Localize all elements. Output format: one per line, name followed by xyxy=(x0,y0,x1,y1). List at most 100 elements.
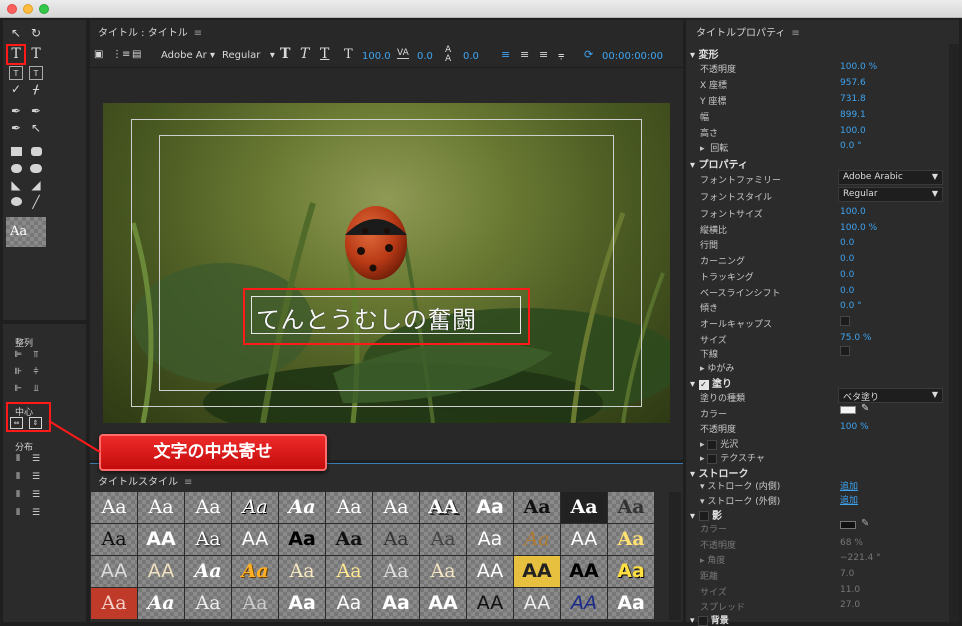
underline-checkbox[interactable] xyxy=(840,346,850,356)
minimize-window-button[interactable] xyxy=(23,4,33,14)
width-value[interactable]: 899.1 xyxy=(840,110,866,120)
style-swatch[interactable]: Aa xyxy=(373,524,419,555)
aspect-value[interactable]: 100.0 % xyxy=(840,223,877,233)
style-swatch[interactable]: AA xyxy=(561,588,607,619)
bold-icon[interactable]: T xyxy=(280,46,290,62)
style-swatch[interactable]: AA xyxy=(91,556,137,587)
vertical-path-type-tool-icon[interactable]: ᚋ xyxy=(29,82,43,96)
style-swatch[interactable]: AA xyxy=(420,492,466,523)
style-swatch[interactable]: Aa xyxy=(420,524,466,555)
area-type-tool-icon[interactable]: T xyxy=(9,66,23,80)
style-swatch[interactable]: Aa xyxy=(279,524,325,555)
add-anchor-tool-icon[interactable]: ✒ xyxy=(9,121,23,135)
style-swatch[interactable]: Aa xyxy=(185,556,231,587)
path-type-tool-icon[interactable]: ✓ xyxy=(9,82,23,96)
align-top-icon[interactable]: ⫪ xyxy=(29,348,43,362)
vertical-type-tool-icon[interactable]: T xyxy=(29,47,43,61)
style-swatch[interactable]: Aa xyxy=(608,556,654,587)
style-swatch[interactable]: AA xyxy=(138,556,184,587)
font-size-value[interactable]: 100.0 xyxy=(362,51,391,62)
align-vcenter-icon[interactable]: ⫩ xyxy=(29,365,43,379)
font-style-dropdown[interactable]: Regular ▼ xyxy=(838,187,943,202)
panel-menu-icon[interactable]: ≡ xyxy=(194,28,202,39)
rounded-corner-tool-icon[interactable] xyxy=(29,162,43,176)
eyedropper-icon[interactable]: ✎ xyxy=(861,403,869,414)
shadow-distance-value[interactable]: 7.0 xyxy=(840,569,854,579)
font-size-prop-value[interactable]: 100.0 xyxy=(840,207,866,217)
shadow-color-swatch[interactable] xyxy=(840,521,856,529)
sheen-toggle[interactable]: ▸ 光沢 xyxy=(700,437,738,450)
outer-stroke-toggle[interactable]: ▾ ストローク (外側) xyxy=(700,494,780,507)
leading-prop-value[interactable]: 0.0 xyxy=(840,238,854,248)
distribute-bottom-icon[interactable]: ☰ xyxy=(29,488,43,502)
underline-icon[interactable]: T xyxy=(320,46,329,62)
shadow-angle-value[interactable]: −221.4 ° xyxy=(840,553,881,563)
style-swatch[interactable]: Aa xyxy=(467,524,513,555)
opacity-value[interactable]: 100.0 % xyxy=(840,62,877,72)
timecode-value[interactable]: 00:00:00:00 xyxy=(602,51,663,62)
tab-stops-icon[interactable]: ▤ xyxy=(132,49,141,60)
style-swatch[interactable]: AA xyxy=(232,524,278,555)
outer-stroke-add-link[interactable]: 追加 xyxy=(840,493,858,506)
styles-scrollbar[interactable] xyxy=(669,492,681,620)
texture-toggle[interactable]: ▸ テクスチャ xyxy=(700,451,765,464)
style-swatch[interactable]: Aa xyxy=(232,588,278,619)
height-value[interactable]: 100.0 xyxy=(840,126,866,136)
y-position-value[interactable]: 731.8 xyxy=(840,94,866,104)
rotation-toggle[interactable]: ▸ 回転 xyxy=(700,141,728,154)
shadow-opacity-value[interactable]: 68 % xyxy=(840,538,863,548)
style-swatch[interactable]: Aa xyxy=(91,524,137,555)
style-swatch[interactable]: AA xyxy=(514,588,560,619)
style-swatch[interactable]: Aa xyxy=(608,588,654,619)
style-swatch[interactable]: Aa xyxy=(326,556,372,587)
distribute-vspace-icon[interactable]: ☰ xyxy=(29,506,43,520)
props-menu-icon[interactable]: ≡ xyxy=(791,28,799,39)
style-swatch[interactable]: Aa xyxy=(608,524,654,555)
clipped-rectangle-tool-icon[interactable] xyxy=(9,162,23,176)
style-swatch[interactable]: AA xyxy=(467,556,513,587)
style-swatch[interactable]: AA xyxy=(514,556,560,587)
fill-type-dropdown[interactable]: ベタ塗り ▼ xyxy=(838,388,943,403)
style-swatch[interactable]: AA xyxy=(138,524,184,555)
style-swatch[interactable]: AA xyxy=(561,556,607,587)
center-horizontal-icon[interactable]: ⇔ xyxy=(10,417,23,429)
shadow-spread-value[interactable]: 27.0 xyxy=(840,600,860,610)
style-swatch[interactable]: Aa xyxy=(185,492,231,523)
style-swatch[interactable]: Aa xyxy=(138,588,184,619)
style-swatch[interactable]: Aa xyxy=(232,556,278,587)
transform-section-toggle[interactable]: ▾ 変形 xyxy=(690,46,719,61)
tracking-value[interactable]: 0.0 xyxy=(417,51,433,62)
texture-checkbox[interactable] xyxy=(707,453,718,464)
props-scrollbar[interactable] xyxy=(949,44,959,622)
fill-checkbox[interactable]: ✓ xyxy=(698,380,709,390)
shadow-eyedropper-icon[interactable]: ✎ xyxy=(861,518,869,529)
sheen-checkbox[interactable] xyxy=(707,439,718,450)
style-swatch[interactable]: Aa xyxy=(232,492,278,523)
shadow-angle-toggle[interactable]: ▸ 角度 xyxy=(700,553,725,566)
font-family-dropdown[interactable]: Adobe Arabic ▼ xyxy=(838,170,943,185)
align-center-text-icon[interactable]: ≡ xyxy=(520,48,529,61)
style-swatch[interactable]: Aa xyxy=(279,492,325,523)
rotation-tool-icon[interactable]: ↻ xyxy=(29,26,43,40)
arc-tool-icon[interactable]: ◢ xyxy=(29,178,43,192)
style-swatch[interactable]: Aa xyxy=(514,524,560,555)
styles-menu-icon[interactable]: ≡ xyxy=(184,477,192,488)
tab-stops-text-icon[interactable]: ⩦ xyxy=(558,48,564,62)
leading-value[interactable]: 0.0 xyxy=(463,51,479,62)
background-checkbox[interactable] xyxy=(697,615,708,626)
align-right-icon[interactable]: ⊩ xyxy=(11,382,25,396)
show-background-icon[interactable]: ⟳ xyxy=(584,48,593,61)
distort-toggle[interactable]: ▸ ゆがみ xyxy=(700,361,734,374)
new-title-icon[interactable]: ▣ xyxy=(94,49,103,60)
style-swatch[interactable]: Aa xyxy=(91,588,137,619)
shadow-size-value[interactable]: 11.0 xyxy=(840,585,860,595)
style-swatch[interactable]: Aa xyxy=(373,556,419,587)
inner-stroke-add-link[interactable]: 追加 xyxy=(840,479,858,492)
shadow-section-toggle[interactable]: ▾ 影 xyxy=(690,507,722,522)
style-swatch[interactable]: Aa xyxy=(326,588,372,619)
align-right-text-icon[interactable]: ≡ xyxy=(539,48,548,61)
x-position-value[interactable]: 957.6 xyxy=(840,78,866,88)
close-window-button[interactable] xyxy=(7,4,17,14)
align-hcenter-icon[interactable]: ⊪ xyxy=(11,365,25,379)
rounded-rectangle-tool-icon[interactable] xyxy=(29,145,43,159)
